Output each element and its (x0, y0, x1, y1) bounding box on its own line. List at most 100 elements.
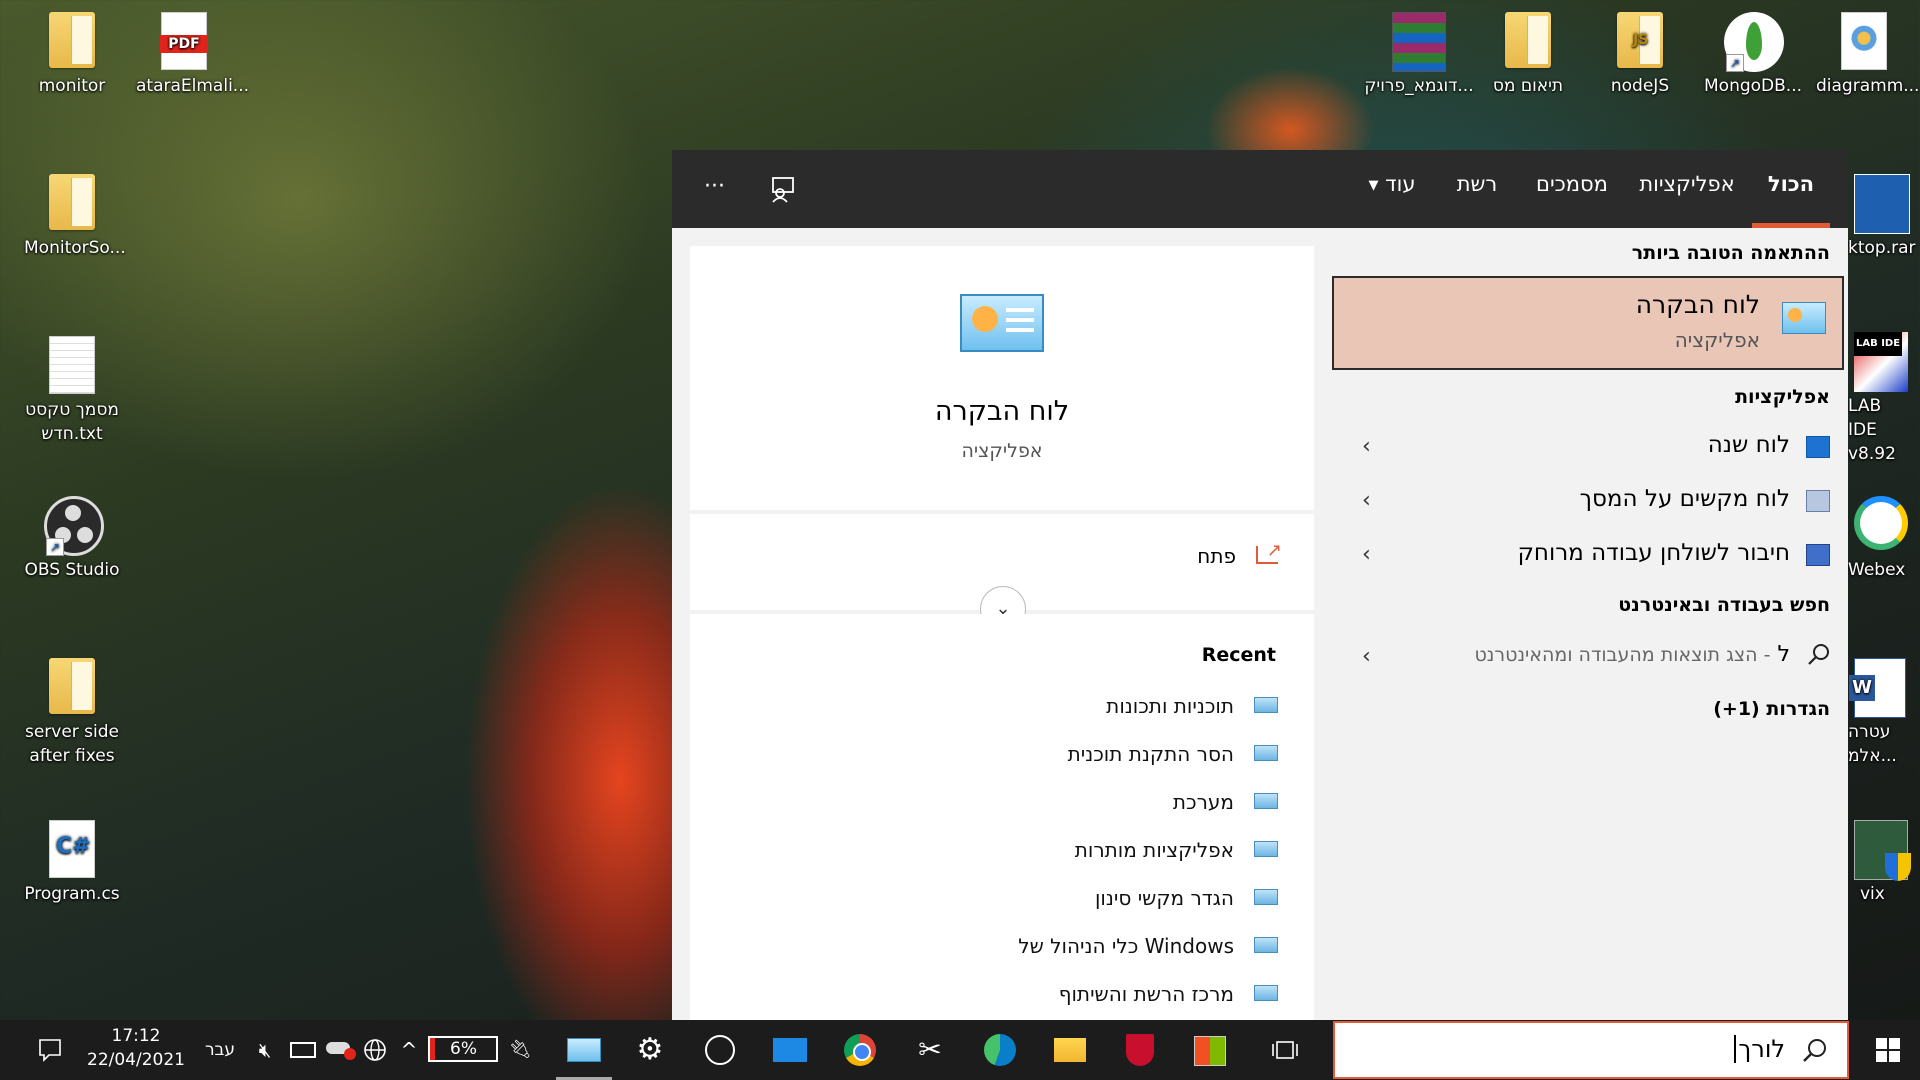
desktop-icon-program-cs[interactable]: C# Program.cs (24, 814, 120, 906)
desktop-icon-server-side[interactable]: server side after fixes (24, 652, 120, 768)
obs-icon (705, 1035, 735, 1065)
word-icon: W (1849, 658, 1910, 718)
gear-icon: ⚙︎ (636, 1032, 664, 1067)
folder-icon (1054, 1038, 1086, 1062)
notification-center-icon[interactable] (30, 1020, 70, 1080)
control-panel-icon (1254, 793, 1278, 809)
onedrive-error-icon[interactable] (322, 1020, 358, 1080)
tab-apps[interactable]: אפליקציות (1632, 172, 1742, 228)
desktop-icon-word[interactable]: W עטרה אלמ... (1840, 652, 1920, 768)
control-panel-icon (1782, 302, 1826, 334)
web-search-result[interactable]: ל - הצג תוצאות מהעבודה ומהאינטרנט ‹ (1332, 630, 1848, 684)
csharp-file-icon: C# (44, 820, 100, 880)
chevron-left-icon[interactable]: ‹ (1362, 644, 1371, 669)
taskbar-mcafee[interactable] (1112, 1020, 1168, 1080)
desktop-icon-label: תיאום מס (1492, 76, 1564, 96)
charging-plug-icon: 🔌︎ (508, 1039, 532, 1060)
desktop-icon-webex[interactable]: Webex (1840, 490, 1920, 582)
recent-item[interactable]: כלי הניהול של Windows (738, 928, 1278, 968)
open-action[interactable]: ↗ פתח (1096, 538, 1296, 578)
desktop-icon-pdf[interactable]: PDF ataraElmali... (136, 6, 249, 98)
desktop-icon-label: עטרה אלמ... (1848, 722, 1897, 766)
tab-documents[interactable]: מסמכים (1522, 172, 1622, 228)
volume-muted-icon[interactable]: 🔇︎ (250, 1020, 280, 1080)
chevron-down-icon: ▼ (1368, 178, 1379, 193)
obs-icon: ↗ (44, 496, 104, 556)
desktop-icon-vix[interactable]: vix (1840, 814, 1920, 906)
desktop-icon-monitorso[interactable]: MonitorSo... (24, 168, 126, 260)
folder-pdf-icon (1500, 12, 1556, 72)
archive-icon (1854, 174, 1910, 234)
recent-item[interactable]: מרכז הרשת והשיתוף (738, 976, 1278, 1016)
chevron-left-icon[interactable]: ‹ (1362, 488, 1371, 513)
control-panel-icon (960, 294, 1044, 352)
taskbar-store[interactable] (1182, 1020, 1238, 1080)
desktop-icon-nodejs[interactable]: JS nodeJS (1592, 6, 1688, 98)
tab-web[interactable]: רשת (1442, 172, 1512, 228)
tab-all[interactable]: הכול (1752, 172, 1830, 228)
app-result-calendar[interactable]: לוח שנה ‹ (1332, 420, 1848, 474)
shortcut-arrow-icon: ↗ (1726, 54, 1744, 72)
desktop-icon-monitor[interactable]: monitor (24, 6, 120, 98)
edge-icon (984, 1034, 1016, 1066)
desktop-icon-mongodb[interactable]: ↗ MongoDB... (1704, 6, 1802, 98)
taskbar-chrome[interactable] (832, 1020, 888, 1080)
best-match-title: ההתאמה הטובה ביותר (1631, 242, 1830, 264)
recent-item[interactable]: הגדר מקשי סינון (738, 880, 1278, 920)
desktop-icon-label: MongoDB... (1704, 76, 1802, 96)
network-globe-icon[interactable] (360, 1020, 390, 1080)
more-options-button[interactable]: ··· (704, 174, 725, 199)
recent-item[interactable]: מערכת (738, 784, 1278, 824)
taskbar-snipping-tool[interactable]: ✂︎ (902, 1020, 958, 1080)
best-match-type: אפליקציה (1674, 328, 1760, 352)
taskbar-file-explorer[interactable] (1042, 1020, 1098, 1080)
show-hidden-icons-chevron-icon[interactable]: ^ (396, 1020, 422, 1080)
desktop-icon-text-file[interactable]: מסמך טקסט חדש.txt (24, 330, 120, 446)
apps-section-title: אפליקציות (1735, 386, 1830, 408)
chevron-left-icon[interactable]: ‹ (1362, 434, 1371, 459)
desktop-icon-label: LAB IDE v8.92 (1848, 396, 1896, 464)
desktop-icon-label: Webex (1848, 560, 1906, 580)
taskbar-settings[interactable]: ⚙︎ (622, 1020, 678, 1080)
task-view-button[interactable] (1262, 1020, 1308, 1080)
tab-more[interactable]: ▼ עוד (1352, 172, 1432, 228)
keyboard-icon (1806, 490, 1830, 512)
desktop-icon-rar[interactable]: ktop.rar (1840, 168, 1920, 260)
battery-indicator[interactable]: 6% (428, 1020, 504, 1080)
taskbar-edge[interactable] (972, 1020, 1028, 1080)
clock[interactable]: 17:12 22/04/2021 (86, 1020, 186, 1080)
app-result-remote-desktop[interactable]: חיבור לשולחן עבודה מרוחק ‹ (1332, 528, 1848, 582)
taskbar-mail[interactable] (762, 1020, 818, 1080)
taskbar-obs[interactable] (692, 1020, 748, 1080)
preview-header-card: לוח הבקרה אפליקציה (690, 246, 1314, 510)
desktop-icon-winrar[interactable]: דוגמא_פרויק... (1364, 6, 1474, 98)
preview-title: לוח הבקרה (934, 396, 1070, 427)
feedback-icon[interactable] (768, 174, 798, 204)
folder-js-icon: JS (1612, 12, 1668, 72)
search-tab-bar: הכול אפליקציות מסמכים רשת ▼ עוד ··· (672, 150, 1848, 228)
calendar-icon (1806, 436, 1830, 458)
recent-item[interactable]: הסר התקנת תוכנית (738, 736, 1278, 776)
search-input[interactable]: לורך (1734, 1035, 1785, 1063)
desktop-icon-obs[interactable]: ↗ OBS Studio (24, 490, 120, 582)
start-button[interactable] (1860, 1020, 1916, 1080)
battery-saver-icon[interactable] (286, 1020, 316, 1080)
desktop-icon-label: vix (1860, 884, 1885, 904)
settings-section-title[interactable]: הגדרות (1+) (1713, 698, 1830, 720)
desktop-icon-diagram[interactable]: diagramm... (1816, 6, 1919, 98)
app-result-keyboard[interactable]: לוח מקשים על המסך ‹ (1332, 474, 1848, 528)
chevron-left-icon[interactable]: ‹ (1362, 542, 1371, 567)
best-match-item[interactable]: לוח הבקרה אפליקציה (1332, 276, 1844, 370)
search-icon (1801, 1037, 1829, 1065)
desktop-icon-labide[interactable]: LAB IDE LAB IDE v8.92 (1840, 326, 1920, 466)
recent-item[interactable]: אפליקציות מותרות (738, 832, 1278, 872)
language-indicator[interactable]: עבר (200, 1020, 240, 1080)
folder-icon (44, 658, 100, 718)
taskbar-control-panel[interactable] (556, 1020, 612, 1080)
remote-desktop-icon (1806, 544, 1830, 566)
taskbar-search-box[interactable]: לורך (1333, 1021, 1849, 1079)
web-query: ל (1777, 642, 1790, 667)
recent-item[interactable]: תוכניות ותכונות (738, 688, 1278, 728)
desktop-icon-tax[interactable]: תיאום מס (1480, 6, 1576, 98)
desktop-icon-label: nodeJS (1610, 76, 1670, 96)
